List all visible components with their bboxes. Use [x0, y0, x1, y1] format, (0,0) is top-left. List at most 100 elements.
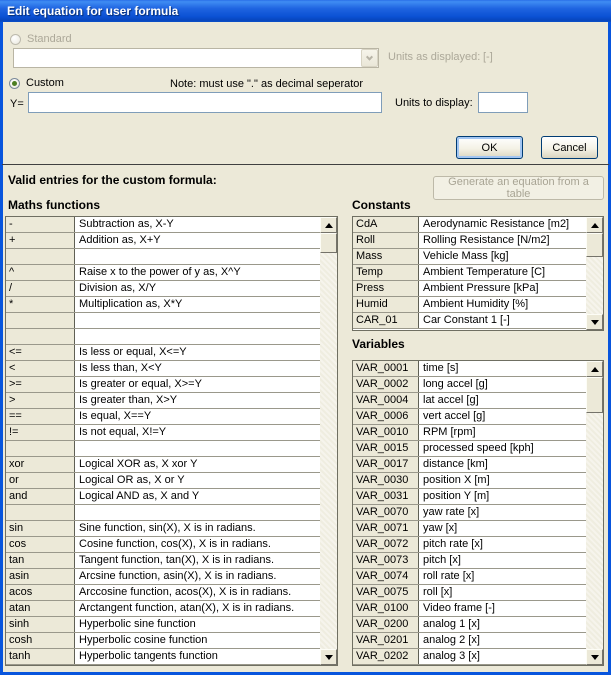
table-row[interactable]: VAR_0001time [s]: [353, 361, 586, 377]
standard-formula-dropdown[interactable]: [13, 48, 379, 68]
table-row[interactable]: VAR_0004lat accel [g]: [353, 393, 586, 409]
table-row[interactable]: RollRolling Resistance [N/m2]: [353, 233, 586, 249]
table-row[interactable]: HumidAmbient Humidity [%]: [353, 297, 586, 313]
entry-description: Is less or equal, X<=Y: [75, 345, 320, 360]
constants-scrollbar-thumb[interactable]: [586, 233, 603, 257]
table-row[interactable]: [6, 329, 320, 345]
maths-scrollbar-track[interactable]: [320, 233, 337, 649]
entry-description: Logical OR as, X or Y: [75, 473, 320, 488]
chevron-down-icon[interactable]: [361, 49, 378, 67]
table-row[interactable]: VAR_0202analog 3 [x]: [353, 649, 586, 665]
maths-scrollbar-thumb[interactable]: [320, 233, 337, 253]
table-row[interactable]: orLogical OR as, X or Y: [6, 473, 320, 489]
table-row[interactable]: VAR_0072pitch rate [x]: [353, 537, 586, 553]
table-row[interactable]: [6, 249, 320, 265]
variables-scrollbar[interactable]: [586, 361, 603, 665]
table-row[interactable]: VAR_0070yaw rate [x]: [353, 505, 586, 521]
scroll-down-icon[interactable]: [586, 314, 603, 330]
table-row[interactable]: tanTangent function, tan(X), X is in rad…: [6, 553, 320, 569]
table-row[interactable]: [6, 441, 320, 457]
scroll-up-icon[interactable]: [586, 217, 603, 233]
entry-description: yaw [x]: [419, 521, 586, 536]
constants-scrollbar-track[interactable]: [586, 233, 603, 314]
table-row[interactable]: tanhHyperbolic tangents function: [6, 649, 320, 665]
entry-description: roll rate [x]: [419, 569, 586, 584]
entry-description: Logical XOR as, X xor Y: [75, 457, 320, 472]
generate-equation-button[interactable]: Generate an equation from a table: [433, 176, 604, 200]
standard-radio[interactable]: [10, 34, 21, 45]
entry-key: VAR_0001: [353, 361, 419, 376]
units-to-display-label: Units to display:: [395, 97, 473, 109]
table-row[interactable]: VAR_0074roll rate [x]: [353, 569, 586, 585]
scroll-up-icon[interactable]: [586, 361, 603, 377]
table-row[interactable]: VAR_0002long accel [g]: [353, 377, 586, 393]
table-row[interactable]: !=Is not equal, X!=Y: [6, 425, 320, 441]
table-row[interactable]: sinhHyperbolic sine function: [6, 617, 320, 633]
constants-heading: Constants: [352, 198, 411, 212]
scroll-down-icon[interactable]: [586, 649, 603, 665]
table-row[interactable]: [6, 505, 320, 521]
entry-description: [75, 249, 320, 264]
table-row[interactable]: +Addition as, X+Y: [6, 233, 320, 249]
table-row[interactable]: cosCosine function, cos(X), X is in radi…: [6, 537, 320, 553]
table-row[interactable]: VAR_0200analog 1 [x]: [353, 617, 586, 633]
entry-key: !=: [6, 425, 75, 440]
table-row[interactable]: coshHyperbolic cosine function: [6, 633, 320, 649]
table-row[interactable]: TempAmbient Temperature [C]: [353, 265, 586, 281]
entry-key: VAR_0074: [353, 569, 419, 584]
table-row[interactable]: >=Is greater or equal, X>=Y: [6, 377, 320, 393]
table-row[interactable]: PressAmbient Pressure [kPa]: [353, 281, 586, 297]
table-row[interactable]: VAR_0071yaw [x]: [353, 521, 586, 537]
table-row[interactable]: atanArctangent function, atan(X), X is i…: [6, 601, 320, 617]
table-row[interactable]: VAR_0030position X [m]: [353, 473, 586, 489]
table-row[interactable]: VAR_0010RPM [rpm]: [353, 425, 586, 441]
table-row[interactable]: VAR_0100Video frame [-]: [353, 601, 586, 617]
table-row[interactable]: *Multiplication as, X*Y: [6, 297, 320, 313]
ok-button[interactable]: OK: [456, 136, 523, 159]
entry-key: asin: [6, 569, 75, 584]
variables-scrollbar-thumb[interactable]: [586, 377, 603, 413]
table-row[interactable]: andLogical AND as, X and Y: [6, 489, 320, 505]
table-row[interactable]: <Is less than, X<Y: [6, 361, 320, 377]
table-row[interactable]: sinSine function, sin(X), X is in radian…: [6, 521, 320, 537]
table-row[interactable]: VAR_0006vert accel [g]: [353, 409, 586, 425]
table-row[interactable]: ==Is equal, X==Y: [6, 409, 320, 425]
table-row[interactable]: MassVehicle Mass [kg]: [353, 249, 586, 265]
table-row[interactable]: VAR_0017distance [km]: [353, 457, 586, 473]
table-row[interactable]: -Subtraction as, X-Y: [6, 217, 320, 233]
variables-scrollbar-track[interactable]: [586, 377, 603, 649]
table-row[interactable]: VAR_0075roll [x]: [353, 585, 586, 601]
table-row[interactable]: asinArcsine function, asin(X), X is in r…: [6, 569, 320, 585]
table-row[interactable]: VAR_0201analog 2 [x]: [353, 633, 586, 649]
variables-rows: VAR_0001time [s]VAR_0002long accel [g]VA…: [353, 361, 586, 665]
table-row[interactable]: ^Raise x to the power of y as, X^Y: [6, 265, 320, 281]
constants-scrollbar[interactable]: [586, 217, 603, 330]
table-row[interactable]: <=Is less or equal, X<=Y: [6, 345, 320, 361]
table-row[interactable]: CAR_01Car Constant 1 [-]: [353, 313, 586, 329]
entry-description: Hyperbolic sine function: [75, 617, 320, 632]
maths-functions-heading: Maths functions: [8, 198, 100, 212]
table-row[interactable]: VAR_0073pitch [x]: [353, 553, 586, 569]
table-row[interactable]: [6, 313, 320, 329]
entry-description: roll [x]: [419, 585, 586, 600]
window-title: Edit equation for user formula: [7, 4, 178, 18]
scroll-up-icon[interactable]: [320, 217, 337, 233]
custom-radio[interactable]: [9, 78, 20, 89]
table-row[interactable]: >Is greater than, X>Y: [6, 393, 320, 409]
units-to-display-input[interactable]: [478, 92, 528, 113]
dialog-window: Edit equation for user formula Standard …: [0, 0, 611, 675]
table-row[interactable]: acosArccosine function, acos(X), X is in…: [6, 585, 320, 601]
entry-key: <=: [6, 345, 75, 360]
table-row[interactable]: xorLogical XOR as, X xor Y: [6, 457, 320, 473]
table-row[interactable]: /Division as, X/Y: [6, 281, 320, 297]
table-row[interactable]: CdAAerodynamic Resistance [m2]: [353, 217, 586, 233]
table-row[interactable]: VAR_0015processed speed [kph]: [353, 441, 586, 457]
entry-key: VAR_0200: [353, 617, 419, 632]
maths-scrollbar[interactable]: [320, 217, 337, 665]
units-as-displayed-value: [-]: [483, 51, 493, 63]
formula-input[interactable]: [28, 92, 382, 113]
cancel-button[interactable]: Cancel: [541, 136, 598, 159]
table-row[interactable]: VAR_0031position Y [m]: [353, 489, 586, 505]
scroll-down-icon[interactable]: [320, 649, 337, 665]
entry-key: cos: [6, 537, 75, 552]
